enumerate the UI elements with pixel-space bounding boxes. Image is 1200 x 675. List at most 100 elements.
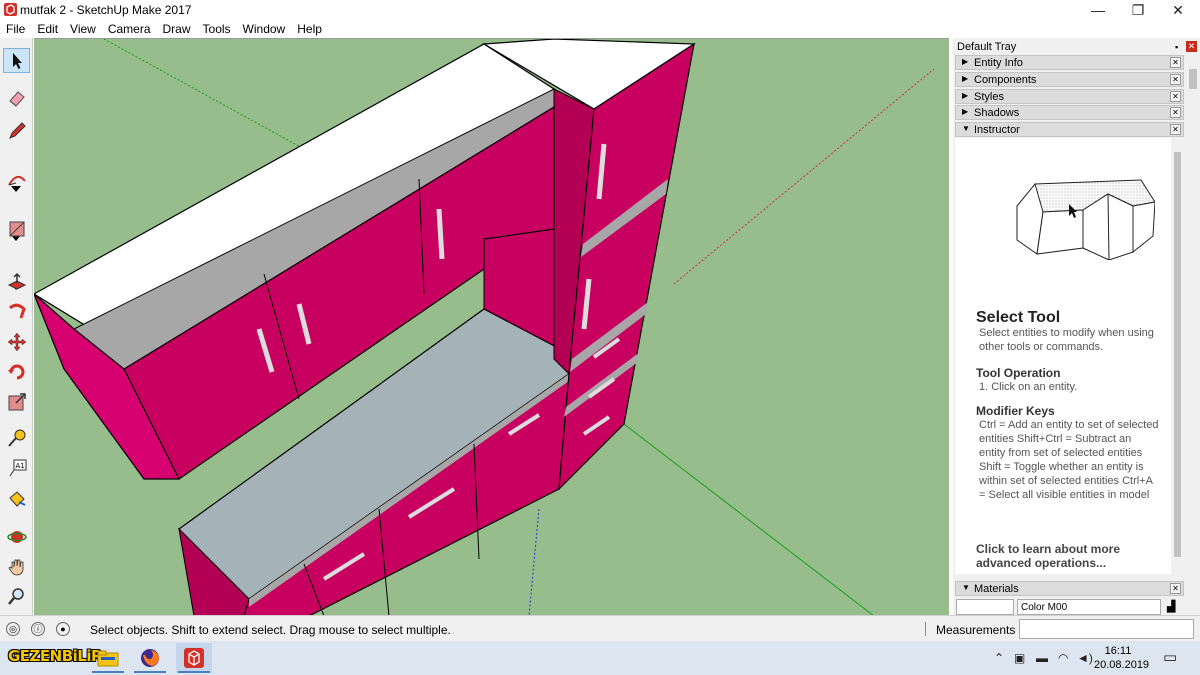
close-icon[interactable]: ✕ [1170, 74, 1181, 85]
taskbar-file-explorer[interactable] [90, 643, 126, 673]
text-label-icon: A1 [9, 459, 26, 476]
clock-date: 20.08.2019 [1094, 659, 1150, 671]
close-button[interactable]: ✕ [1158, 0, 1198, 20]
tray-scrollbar[interactable] [1186, 55, 1200, 615]
menu-camera[interactable]: Camera [102, 20, 157, 38]
panel-components[interactable]: ▶ Components ✕ [955, 72, 1184, 87]
menu-view[interactable]: View [64, 20, 102, 38]
windows-taskbar: GEZENBiLiR ⌃ ▣ ▬ ◠ ◄) 16:11 20.08.2019 ▭ [0, 641, 1200, 675]
paint-bucket-icon [8, 490, 25, 507]
panel-styles[interactable]: ▶ Styles ✕ [955, 89, 1184, 104]
caret-right-icon: ▶ [962, 57, 969, 66]
panel-entity-info[interactable]: ▶ Entity Info ✕ [955, 55, 1184, 70]
title-bar: mutfak 2 - SketchUp Make 2017 — ❐ ✕ [0, 0, 1200, 20]
sketchup-app-icon [4, 3, 17, 16]
instructor-tool-title: Select Tool [976, 309, 1061, 326]
move-tool-button[interactable] [3, 329, 30, 354]
push-pull-tool-button[interactable] [3, 269, 30, 294]
user-account-icon[interactable]: ● [56, 622, 70, 636]
paint-bucket-tool-button[interactable] [3, 486, 30, 511]
tape-measure-icon [7, 429, 25, 447]
volume-icon[interactable]: ◄) [1077, 651, 1093, 665]
pencil-line-tool-button[interactable] [3, 118, 30, 143]
credits-info-icon[interactable]: ⓘ [31, 622, 45, 636]
green-axis-dotted [103, 39, 305, 150]
tray-close-icon[interactable]: ✕ [1186, 41, 1197, 52]
pencil-icon [8, 121, 26, 139]
measurements-input[interactable] [1019, 619, 1194, 639]
sketchup-window: mutfak 2 - SketchUp Make 2017 — ❐ ✕ File… [0, 0, 1200, 675]
rectangle-icon [9, 221, 24, 236]
minimize-icon: — [1091, 2, 1105, 18]
material-eyedropper-icon[interactable]: ▟ [1167, 600, 1175, 613]
instructor-content: Select Tool Select entities to modify wh… [955, 138, 1171, 574]
close-icon: ✕ [1172, 1, 1184, 18]
geo-location-icon[interactable]: ◎ [6, 622, 20, 636]
tape-measure-tool-button[interactable] [3, 425, 30, 450]
taskbar-sketchup[interactable] [176, 643, 212, 673]
close-icon[interactable]: ✕ [1170, 107, 1181, 118]
kitchen-cabinet-model [34, 39, 935, 615]
minimize-button[interactable]: — [1078, 0, 1118, 20]
eraser-tool-button[interactable] [3, 85, 30, 110]
notifications-icon[interactable]: ▭ [1163, 648, 1177, 666]
caret-right-icon: ▶ [962, 74, 969, 83]
menu-file[interactable]: File [0, 20, 31, 38]
taskbar-firefox[interactable] [132, 643, 168, 673]
close-icon[interactable]: ✕ [1170, 124, 1181, 135]
chevron-up-icon[interactable]: ⌃ [994, 651, 1004, 665]
text-tool-button[interactable]: A1 [3, 455, 30, 480]
panel-materials[interactable]: ▼ Materials ✕ [955, 581, 1184, 596]
orbit-tool-button[interactable] [3, 524, 30, 549]
arc-tool-button[interactable] [3, 167, 30, 192]
blue-axis [528, 508, 540, 615]
menu-tools[interactable]: Tools [197, 20, 237, 38]
green-axis [623, 423, 874, 615]
pin-icon[interactable]: ▪ [1175, 42, 1178, 52]
window-title: mutfak 2 - SketchUp Make 2017 [20, 3, 192, 17]
tool-operation-heading: Tool Operation [976, 366, 1061, 380]
close-icon[interactable]: ✕ [1170, 91, 1181, 102]
close-icon[interactable]: ✕ [1170, 57, 1181, 68]
close-icon[interactable]: ✕ [1170, 583, 1181, 594]
upper-door-handle [436, 208, 445, 260]
material-name-field[interactable] [1017, 599, 1161, 615]
restore-icon: ❐ [1131, 1, 1145, 18]
select-arrow-icon [12, 52, 22, 69]
pan-hand-icon [7, 559, 23, 575]
eraser-icon [8, 90, 25, 107]
follow-me-tool-button[interactable] [3, 298, 30, 323]
firefox-icon [141, 649, 159, 667]
maximize-button[interactable]: ❐ [1118, 0, 1158, 20]
security-icon[interactable]: ▣ [1014, 651, 1025, 665]
move-icon [7, 332, 26, 351]
menu-bar: File Edit View Camera Draw Tools Window … [0, 20, 1200, 38]
menu-edit[interactable]: Edit [31, 20, 64, 38]
menu-help[interactable]: Help [291, 20, 328, 38]
status-bar: ◎ ⓘ ● Select objects. Shift to extend se… [0, 615, 1200, 641]
house-illustration [1016, 179, 1155, 260]
folder-icon [97, 650, 119, 667]
default-tray: Default Tray ▪ ✕ ▶ Entity Info ✕ ▶ Compo… [953, 38, 1200, 615]
rectangle-tool-button[interactable] [3, 216, 30, 241]
material-swatch[interactable] [956, 599, 1014, 615]
learn-more-link[interactable]: Click to learn about more advanced opera… [976, 542, 1166, 570]
wifi-icon[interactable]: ◠ [1058, 651, 1068, 665]
modifier-keys-text: Ctrl = Add an entity to set of selected … [979, 419, 1159, 501]
follow-me-icon [8, 303, 26, 318]
modifier-keys-heading: Modifier Keys [976, 404, 1055, 418]
instructor-scrollbar[interactable] [1171, 138, 1184, 574]
panel-instructor[interactable]: ▼ Instructor ✕ [955, 122, 1184, 137]
model-viewport[interactable] [34, 38, 949, 615]
panel-shadows[interactable]: ▶ Shadows ✕ [955, 105, 1184, 120]
zoom-tool-button[interactable] [3, 583, 30, 608]
menu-draw[interactable]: Draw [157, 20, 197, 38]
clock-time: 16:11 [1104, 645, 1132, 657]
pan-tool-button[interactable] [3, 554, 30, 579]
menu-window[interactable]: Window [237, 20, 292, 38]
rotate-tool-button[interactable] [3, 359, 30, 384]
battery-icon[interactable]: ▬ [1036, 651, 1048, 665]
taskbar-clock[interactable]: 16:11 20.08.2019 [1094, 644, 1149, 671]
scale-tool-button[interactable] [3, 389, 30, 414]
select-tool-button[interactable] [3, 48, 30, 73]
